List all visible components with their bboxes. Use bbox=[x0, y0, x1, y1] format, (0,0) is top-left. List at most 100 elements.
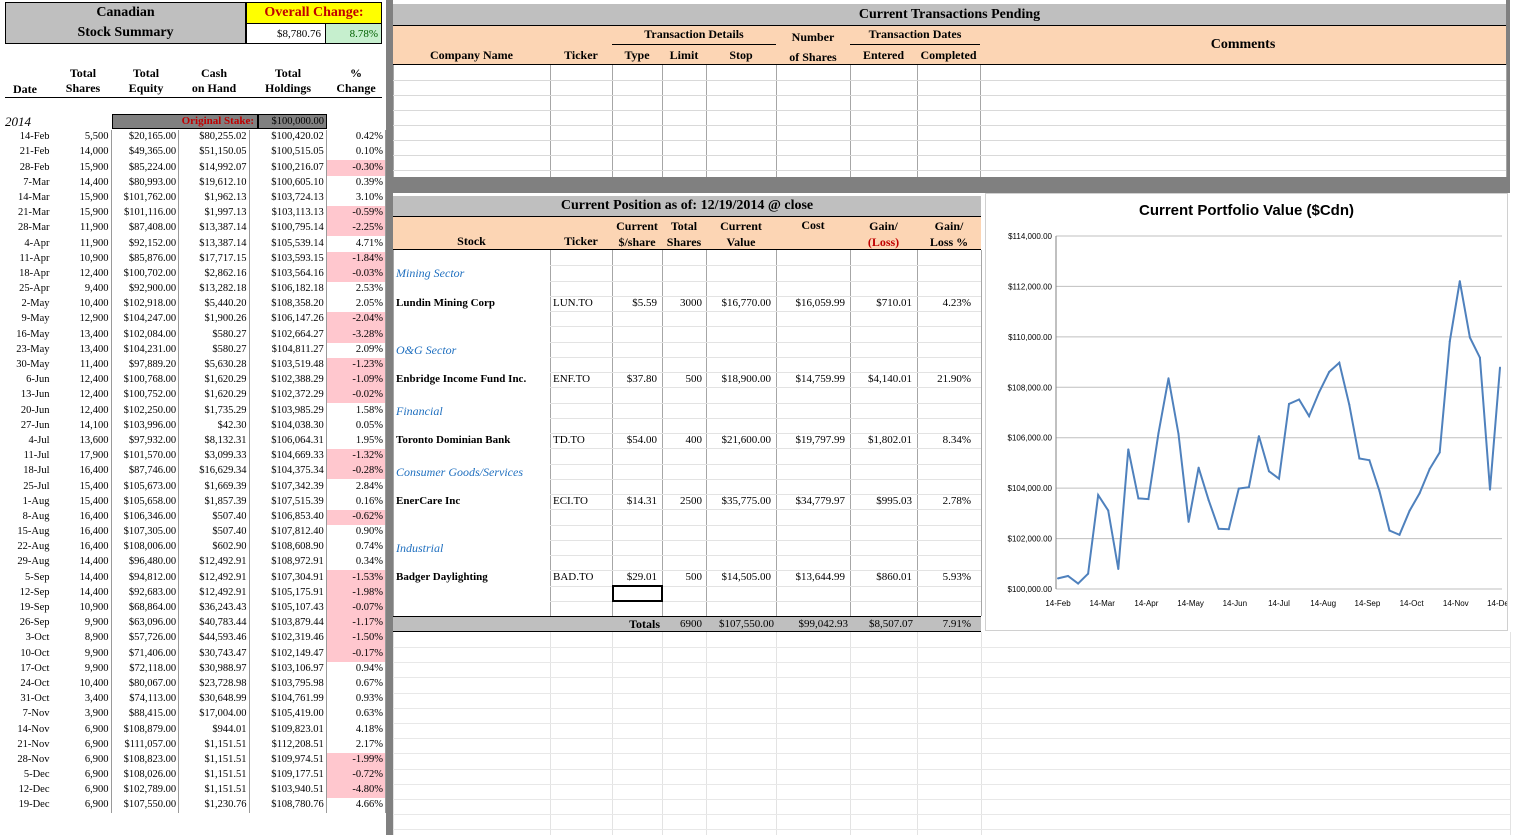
holding-gain: $4,140.01 bbox=[868, 373, 912, 385]
row-date: 12-Dec bbox=[18, 784, 50, 796]
row-total-shares: 14,100 bbox=[51, 418, 112, 434]
row-total-shares: 13,600 bbox=[51, 433, 112, 449]
row-date: 2-May bbox=[21, 298, 50, 310]
y-tick-label: $102,000.00 bbox=[1008, 535, 1053, 544]
grid-line bbox=[662, 65, 663, 177]
row-total-holdings: $109,974.51 bbox=[249, 752, 327, 768]
overall-change-pct: 8.78% bbox=[326, 24, 382, 44]
holding-shares: 2500 bbox=[680, 495, 702, 507]
chart-plot: $100,000.00 $102,000.00 $104,000.00 $106,00… bbox=[1008, 232, 1508, 608]
x-tick-label: 14-Apr bbox=[1134, 599, 1158, 608]
grid-line bbox=[393, 738, 1510, 740]
row-total-shares: 6,900 bbox=[51, 752, 112, 768]
row-date: 22-Aug bbox=[17, 541, 50, 553]
grid-line bbox=[393, 677, 1510, 679]
holding-ticker: TD.TO bbox=[553, 434, 585, 446]
row-cash: $1,151.51 bbox=[178, 783, 250, 799]
row-date: 8-Aug bbox=[22, 510, 50, 522]
summary-row: 5-Sep 14,400 $94,812.00 $12,492.91 $107,304.… bbox=[0, 570, 387, 586]
row-date: 20-Jun bbox=[20, 404, 50, 416]
summary-row: 28-Feb 15,900 $85,224.00 $14,992.07 $100,216… bbox=[0, 160, 387, 176]
pending-col-comments: Comments bbox=[1210, 37, 1276, 52]
row-pct-change: 1.95% bbox=[326, 433, 387, 449]
holding-shares: 400 bbox=[685, 434, 703, 446]
row-total-equity: $57,726.00 bbox=[111, 631, 180, 647]
row-total-holdings: $106,064.31 bbox=[249, 433, 327, 449]
row-total-holdings: $105,175.91 bbox=[249, 585, 327, 601]
holding-ticker: BAD.TO bbox=[553, 571, 594, 584]
holding-stock: EnerCare Inc bbox=[396, 495, 461, 507]
holding-price: $14.31 bbox=[626, 495, 657, 507]
row-pct-change: 2.09% bbox=[326, 342, 387, 358]
row-cash: $80,255.02 bbox=[178, 130, 250, 146]
sector-label: O&G Sector bbox=[396, 342, 457, 357]
pending-col-number-l2: of Shares bbox=[789, 50, 837, 64]
vertical-divider bbox=[386, 0, 393, 835]
row-pct-change: 0.10% bbox=[326, 145, 387, 161]
row-total-equity: $108,823.00 bbox=[111, 752, 180, 768]
data-point bbox=[1227, 528, 1230, 531]
data-point bbox=[1187, 520, 1190, 523]
pending-col-number: Number of Shares bbox=[776, 27, 850, 67]
holding-gain: $1,802.01 bbox=[868, 434, 912, 446]
row-pct-change: 0.63% bbox=[326, 707, 387, 723]
data-point bbox=[1177, 433, 1180, 436]
holding-value: $16,770.00 bbox=[721, 296, 772, 309]
grid-line bbox=[1506, 65, 1507, 177]
row-total-shares: 6,900 bbox=[51, 783, 112, 799]
row-total-holdings: $108,358.20 bbox=[249, 297, 327, 313]
pos-col-gp-l1: Gain/ bbox=[934, 219, 964, 233]
holding-price: $54.00 bbox=[626, 434, 657, 446]
summary-row: 5-Dec 6,900 $108,026.00 $1,151.51 $109,177.5… bbox=[0, 767, 387, 784]
row-cash: $1,997.13 bbox=[178, 205, 250, 222]
row-pct-change: -1.84% bbox=[326, 251, 387, 267]
data-point bbox=[1348, 403, 1351, 406]
summary-row: 1-Aug 15,400 $105,658.00 $1,857.39 $107,515.… bbox=[0, 494, 387, 510]
holding-pct: 8.34% bbox=[942, 434, 971, 446]
summary-row: 29-Aug 14,400 $96,480.00 $12,492.91 $108,972… bbox=[0, 555, 387, 571]
row-total-holdings: $104,375.34 bbox=[249, 464, 327, 480]
row-date: 19-Dec bbox=[18, 799, 50, 811]
y-tick-label: $114,000.00 bbox=[1008, 232, 1052, 241]
holding-stock: Toronto Dominian Bank bbox=[396, 434, 511, 446]
grid-line bbox=[550, 509, 981, 511]
summary-row: 21-Nov 6,900 $111,057.00 $1,151.51 $112,208.… bbox=[0, 737, 387, 753]
row-cash: $5,440.20 bbox=[178, 297, 250, 313]
stock-summary-panel: Canadian Stock Summary Overall Change: $… bbox=[0, 0, 387, 835]
row-cash: $1,230.76 bbox=[178, 798, 250, 814]
data-point bbox=[1428, 467, 1431, 470]
col-header-pct-change-l2: Change bbox=[336, 81, 376, 95]
x-tick-label: 14-Mar bbox=[1090, 599, 1116, 608]
holding-ticker: ECI.TO bbox=[553, 495, 588, 507]
selected-cell[interactable] bbox=[612, 585, 663, 602]
summary-row: 10-Oct 9,900 $71,406.00 $30,743.47 $102,149.… bbox=[0, 646, 387, 662]
data-point bbox=[1217, 527, 1220, 530]
pending-col-type: Type bbox=[624, 48, 650, 62]
row-total-holdings: $103,564.16 bbox=[249, 266, 327, 282]
data-point bbox=[1087, 572, 1090, 575]
summary-row: 12-Sep 14,400 $92,683.00 $12,492.91 $105,175… bbox=[0, 585, 387, 601]
pos-col-gp-l2: Loss % bbox=[929, 235, 969, 249]
row-total-shares: 17,900 bbox=[51, 448, 112, 465]
row-cash: $1,151.51 bbox=[178, 767, 250, 784]
grid-line bbox=[550, 524, 981, 526]
row-cash: $30,743.47 bbox=[178, 646, 250, 662]
holding-cost: $14,759.99 bbox=[795, 373, 846, 385]
data-point bbox=[1499, 366, 1501, 369]
data-point bbox=[1137, 497, 1140, 500]
col-header-total-equity-l2: Equity bbox=[128, 81, 164, 95]
row-cash: $19,612.10 bbox=[178, 175, 250, 191]
col-header-total-holdings: Total Holdings bbox=[258, 66, 318, 96]
summary-row: 19-Dec 6,900 $107,550.00 $1,230.76 $108,780.… bbox=[0, 798, 387, 814]
row-cash: $16,629.34 bbox=[178, 464, 250, 480]
row-total-holdings: $102,664.27 bbox=[249, 327, 327, 343]
row-pct-change: 4.66% bbox=[326, 798, 387, 814]
pending-col-stop: Stop bbox=[729, 48, 753, 62]
row-cash: $580.27 bbox=[178, 327, 250, 343]
pending-title: Current Transactions Pending bbox=[393, 4, 1506, 25]
grid-line bbox=[393, 692, 1510, 694]
row-total-equity: $100,768.00 bbox=[111, 373, 180, 389]
row-total-equity: $74,113.00 bbox=[111, 691, 180, 708]
row-date: 21-Nov bbox=[17, 738, 50, 750]
data-point bbox=[1468, 336, 1471, 339]
